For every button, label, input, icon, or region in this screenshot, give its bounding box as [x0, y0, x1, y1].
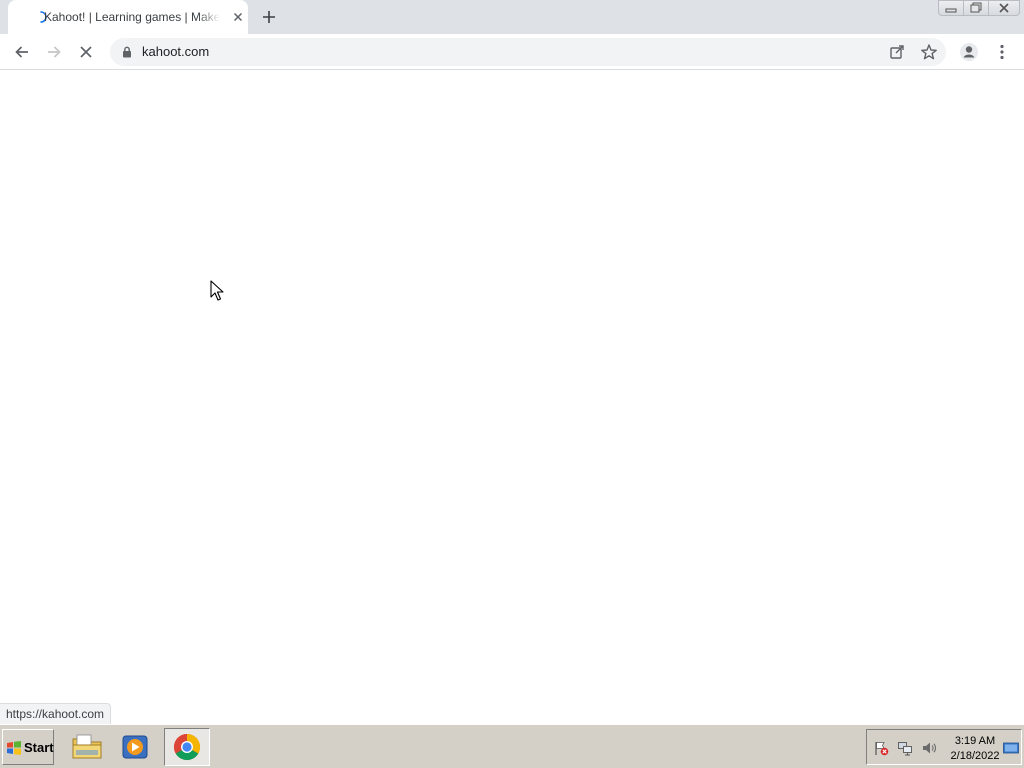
tab-kahoot[interactable]: Kahoot! | Learning games | Make learning…	[8, 0, 248, 34]
status-bubble: https://kahoot.com	[0, 703, 112, 724]
arrow-left-icon[interactable]	[12, 42, 32, 62]
volume-icon[interactable]	[921, 740, 937, 756]
url-text: kahoot.com	[142, 44, 210, 59]
clock-date[interactable]: 2/18/2022	[947, 750, 1003, 762]
mouse-cursor-icon	[210, 280, 224, 301]
minimize-button[interactable]	[938, 0, 964, 16]
network-icon[interactable]	[897, 740, 913, 756]
browser-toolbar: kahoot.com	[0, 34, 1024, 70]
close-window-icon	[999, 3, 1009, 13]
minimize-icon	[945, 8, 957, 13]
restore-icon	[970, 2, 982, 13]
plus-icon[interactable]	[259, 7, 279, 27]
taskbar: Start 3:19 AM 2/18/2022	[0, 724, 1024, 768]
taskbar-file-explorer[interactable]	[64, 728, 110, 766]
close-window-button[interactable]	[988, 0, 1020, 16]
tab-title: Kahoot! | Learning games | Make learning…	[44, 10, 220, 24]
restore-button[interactable]	[963, 0, 989, 16]
taskbar-media-player[interactable]	[112, 728, 158, 766]
folder-icon	[72, 734, 102, 759]
share-icon[interactable]	[888, 43, 906, 61]
show-desktop-icon[interactable]	[1003, 740, 1019, 756]
star-icon[interactable]	[920, 43, 938, 61]
action-center-flag-icon[interactable]	[873, 740, 889, 756]
close-icon[interactable]	[230, 9, 246, 25]
arrow-right-icon[interactable]	[44, 42, 64, 62]
page-content	[0, 71, 1024, 724]
clock-time[interactable]: 3:19 AM	[951, 735, 999, 747]
window-controls	[938, 0, 1020, 18]
start-label: Start	[24, 740, 54, 755]
taskbar-chrome[interactable]	[164, 728, 210, 766]
lock-icon[interactable]	[120, 45, 134, 59]
system-tray: 3:19 AM 2/18/2022	[866, 729, 1022, 765]
tab-strip: Kahoot! | Learning games | Make learning…	[0, 0, 1024, 34]
profile-icon[interactable]	[959, 42, 979, 62]
start-button[interactable]: Start	[2, 729, 54, 765]
windows-logo-icon	[7, 741, 21, 755]
chrome-icon	[173, 733, 201, 761]
kebab-menu-icon[interactable]	[992, 42, 1012, 62]
media-player-icon	[122, 735, 148, 759]
address-bar[interactable]: kahoot.com	[110, 38, 946, 66]
stop-loading-icon[interactable]	[76, 42, 96, 62]
